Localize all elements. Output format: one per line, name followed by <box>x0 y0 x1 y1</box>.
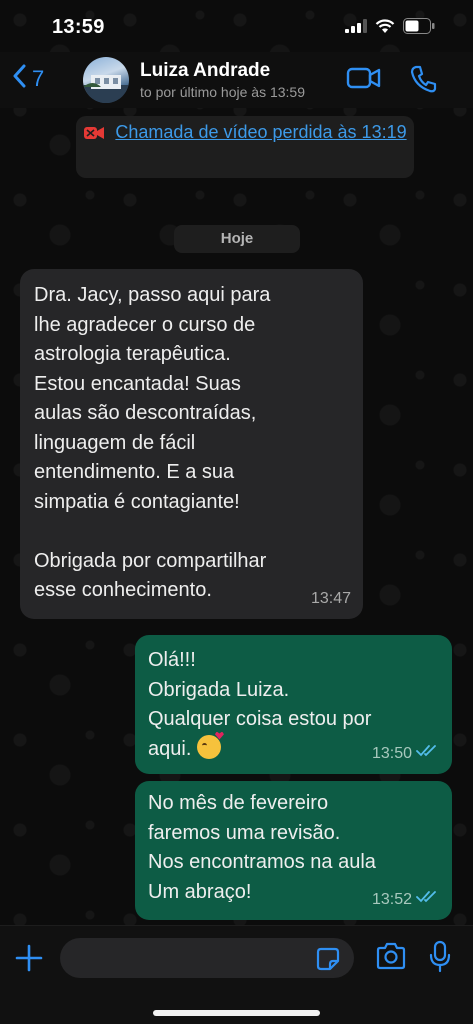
back-button[interactable]: 7 <box>12 64 44 93</box>
message-meta: 13:50 <box>372 739 440 769</box>
battery-icon <box>403 18 435 39</box>
message-time: 13:50 <box>371 744 412 762</box>
sticker-icon[interactable] <box>316 947 340 976</box>
message-meta: 13:47 <box>311 584 351 614</box>
contact-name[interactable]: Luiza Andrade <box>140 60 270 82</box>
microphone-icon[interactable] <box>428 940 452 979</box>
status-bar: 13:59 <box>0 0 473 52</box>
face-blowing-kiss-icon <box>196 734 221 759</box>
home-indicator[interactable] <box>153 1010 320 1016</box>
message-input-bar <box>0 925 473 1024</box>
message-bubble-incoming[interactable]: Dra. Jacy, passo aqui para lhe agradecer… <box>20 269 363 619</box>
message-time: 13:47 <box>310 589 351 607</box>
chat-header: 7 Luiza Andrade to por último hoje às 13… <box>0 52 473 108</box>
plus-icon[interactable] <box>14 943 44 978</box>
read-receipt-icon <box>416 739 440 769</box>
phone-call-icon[interactable] <box>409 64 437 99</box>
contact-avatar[interactable] <box>83 57 129 103</box>
camera-icon[interactable] <box>375 942 407 975</box>
cellular-signal-icon <box>345 19 367 38</box>
message-text-field[interactable] <box>60 938 354 978</box>
read-receipt-icon <box>416 885 440 915</box>
missed-call-text[interactable]: Chamada de vídeo perdida às 13:19 <box>115 122 406 142</box>
wifi-icon <box>375 18 395 39</box>
missed-call-notice[interactable]: Chamada de vídeo perdida às 13:19 <box>76 116 414 178</box>
unread-count: 7 <box>32 65 45 91</box>
status-time: 13:59 <box>52 16 105 38</box>
date-separator: Hoje <box>174 225 300 253</box>
message-time: 13:52 <box>371 890 412 908</box>
status-icons <box>345 18 435 39</box>
message-bubble-outgoing[interactable]: No mês de fevereiro faremos uma revisão.… <box>135 781 452 920</box>
contact-last-seen: to por último hoje às 13:59 <box>140 84 305 100</box>
missed-video-call-icon <box>83 123 105 148</box>
video-call-icon[interactable] <box>346 65 382 96</box>
message-text: Dra. Jacy, passo aqui para lhe agradecer… <box>34 284 271 601</box>
message-bubble-outgoing[interactable]: Olá!!! Obrigada Luiza. Qualquer coisa es… <box>135 635 452 774</box>
message-text-body: Olá!!! Obrigada Luiza. Qualquer coisa es… <box>148 649 372 760</box>
message-input[interactable] <box>60 938 310 978</box>
chevron-left-icon <box>12 64 26 93</box>
message-meta: 13:52 <box>372 885 440 915</box>
